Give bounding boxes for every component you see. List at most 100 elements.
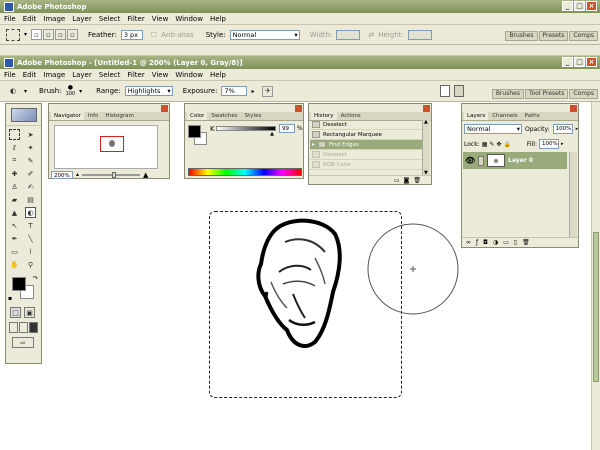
tab-histogram[interactable]: Histogram	[102, 112, 137, 120]
fill-input[interactable]: 100%	[538, 139, 559, 149]
close-palette-icon[interactable]	[295, 105, 302, 112]
lock-pixels-icon[interactable]: ✎	[489, 141, 494, 148]
menu-window[interactable]: Window	[175, 15, 203, 23]
lasso-tool-icon[interactable]: ℓ	[9, 142, 20, 153]
lock-transparency-icon[interactable]: ▦	[482, 141, 488, 148]
delete-layer-icon[interactable]: 🗑	[522, 239, 530, 246]
zoom-out-icon[interactable]: ▴	[76, 171, 79, 178]
line-tool-icon[interactable]: ╲	[25, 233, 36, 244]
menu-edit[interactable]: Edit	[23, 15, 37, 23]
menu-view[interactable]: View	[152, 71, 169, 79]
clone-stamp-tool-icon[interactable]: ♙	[9, 181, 20, 192]
new-fill-layer-icon[interactable]: ◑	[493, 239, 498, 246]
tool-preset-dropdown-icon[interactable]: ▾	[24, 31, 27, 38]
range-select[interactable]: Highlights ▾	[124, 86, 173, 96]
notes-tool-icon[interactable]: ▭	[9, 246, 20, 257]
burn-tool-preset-icon[interactable]: ◐	[6, 85, 20, 97]
fill-arrow-icon[interactable]: ▸	[561, 141, 564, 147]
eye-icon[interactable]: 👁	[465, 156, 475, 165]
tab-channels[interactable]: Channels	[489, 112, 520, 120]
magic-wand-tool-icon[interactable]: ✦	[25, 142, 36, 153]
tab-paths[interactable]: Paths	[522, 112, 543, 120]
restore-button[interactable]: □	[574, 57, 585, 67]
type-tool-icon[interactable]: T	[25, 220, 36, 231]
new-layer-icon[interactable]: ▯	[514, 239, 517, 246]
blend-mode-select[interactable]: Normal ▾	[464, 124, 522, 134]
exposure-input[interactable]: 7%	[221, 86, 248, 96]
feather-input[interactable]: 3 px	[120, 29, 143, 40]
menu-help[interactable]: Help	[210, 71, 226, 79]
opacity-input[interactable]: 100%	[552, 124, 573, 134]
screen-mode-full-icon[interactable]	[29, 322, 38, 333]
slice-tool-icon[interactable]: ✎	[25, 155, 36, 166]
close-palette-icon[interactable]	[570, 105, 577, 112]
zoom-slider-thumb[interactable]	[112, 171, 117, 178]
channel-value-input[interactable]: 99	[279, 124, 295, 133]
maximize-button[interactable]: □	[574, 1, 585, 11]
lock-all-icon[interactable]: 🔒	[503, 141, 510, 148]
navigator-thumbnail[interactable]	[54, 125, 158, 169]
move-tool-icon[interactable]: ➤	[25, 129, 36, 140]
scroll-thumb[interactable]	[593, 232, 599, 382]
new-group-icon[interactable]: ▭	[503, 239, 509, 246]
quick-mask-icon[interactable]: ▣	[24, 307, 35, 318]
vertical-scrollbar[interactable]	[591, 102, 600, 450]
hand-tool-icon[interactable]: ✋	[9, 259, 20, 270]
zoom-input[interactable]: 200%	[51, 170, 73, 179]
pen-tool-icon[interactable]: ✒	[9, 233, 20, 244]
link-layers-icon[interactable]: ∞	[466, 239, 471, 246]
tab-color[interactable]: Color	[187, 112, 208, 120]
close-button[interactable]: ×	[586, 1, 597, 11]
menu-image[interactable]: Image	[43, 15, 65, 23]
tab-swatches[interactable]: Swatches	[208, 112, 240, 120]
eraser-tool-icon[interactable]: ▰	[9, 194, 20, 205]
menu-filter[interactable]: Filter	[127, 15, 144, 23]
brush-tool-icon[interactable]: ✐	[25, 168, 36, 179]
file-browser-icon[interactable]	[440, 85, 450, 97]
close-button[interactable]: ×	[586, 57, 597, 67]
menu-file[interactable]: File	[4, 71, 16, 79]
new-document-from-state-icon[interactable]: ▭	[394, 177, 400, 184]
layer-mask-icon[interactable]: ◘	[483, 239, 488, 246]
swap-dimensions-icon[interactable]: ⇄	[368, 31, 374, 39]
history-item-selected[interactable]: ▸ Find Edges	[310, 140, 422, 150]
menu-edit[interactable]: Edit	[23, 71, 37, 79]
feather-logo-icon[interactable]	[10, 107, 37, 122]
minimize-button[interactable]: _	[562, 57, 573, 67]
history-brush-tool-icon[interactable]: ✍	[25, 181, 36, 192]
color-foreground-swatch[interactable]	[188, 125, 201, 138]
subtract-selection-icon[interactable]: ▫	[55, 29, 67, 40]
tab-info[interactable]: Info	[85, 112, 101, 120]
minimize-button[interactable]: _	[562, 1, 573, 11]
menu-help[interactable]: Help	[210, 15, 226, 23]
marquee-tool-preset-icon[interactable]	[6, 28, 20, 41]
menu-file[interactable]: File	[4, 15, 16, 23]
style-select[interactable]: Normal ▾	[229, 29, 300, 40]
layers-scrollbar[interactable]	[569, 152, 577, 238]
standard-mode-icon[interactable]: □	[10, 307, 21, 318]
marquee-tool-icon[interactable]	[9, 129, 20, 140]
tab-brushes[interactable]: Brushes	[491, 89, 524, 99]
burn-tool-icon[interactable]: ◐	[25, 207, 36, 218]
crop-tool-icon[interactable]: ⌗	[9, 155, 20, 166]
lock-position-icon[interactable]: ✥	[496, 141, 501, 148]
toggle-palettes-icon[interactable]	[454, 85, 464, 97]
tab-tool-presets[interactable]: Tool Presets	[524, 89, 569, 99]
channel-slider[interactable]: ▲	[216, 126, 276, 137]
history-item[interactable]: RGB Color	[310, 160, 422, 170]
tab-styles[interactable]: Styles	[242, 112, 265, 120]
history-scrollbar[interactable]: ▲ ▼	[422, 119, 430, 176]
antialias-checkbox[interactable]: ☐	[151, 31, 157, 39]
gradient-tool-icon[interactable]: ▤	[25, 194, 36, 205]
color-ramp[interactable]	[188, 168, 302, 176]
brush-dropdown-icon[interactable]: ▾	[79, 88, 82, 95]
delete-state-icon[interactable]: 🗑	[413, 177, 421, 184]
tab-brushes[interactable]: Brushes	[505, 31, 538, 41]
blur-tool-icon[interactable]: ▲	[9, 207, 20, 218]
tab-navigator[interactable]: Navigator	[51, 112, 84, 120]
close-palette-icon[interactable]	[423, 105, 430, 112]
scroll-up-icon[interactable]: ▲	[424, 119, 428, 125]
tab-presets[interactable]: Presets	[538, 31, 569, 41]
airbrush-icon[interactable]: ✈	[262, 85, 274, 97]
swap-colors-icon[interactable]: ↷	[33, 275, 38, 282]
